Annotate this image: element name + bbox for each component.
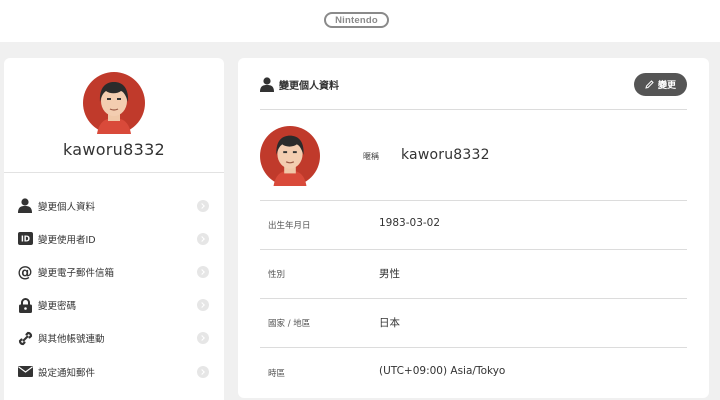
chevron-right-icon [197, 299, 209, 312]
page-title: 變更個人資料 [279, 81, 339, 92]
sidebar-item-change-email[interactable]: @ 變更電子郵件信箱 [4, 255, 224, 288]
sidebar-username: kaworu8332 [62, 140, 166, 159]
divider [260, 200, 687, 201]
sidebar-item-label: 變更電子郵件信箱 [38, 267, 115, 279]
chevron-right-icon [197, 332, 209, 345]
birthday-label: 出生年月日 [268, 221, 311, 231]
nickname-value: kaworu8332 [401, 147, 490, 163]
account-menu: 變更個人資料 ID 變更使用者ID @ 變更電子郵件信箱 變更密碼 與其他帳號連… [4, 189, 224, 388]
profile-card: 變更個人資料 變更 暱稱 kaworu8332 出生年月日 1983-03-02… [238, 58, 709, 398]
top-bar: Nintendo [0, 0, 720, 42]
country-label: 國家 / 地區 [268, 319, 311, 329]
chevron-right-icon [197, 199, 209, 212]
gender-value: 男性 [379, 268, 400, 280]
link-icon [17, 330, 33, 346]
sidebar-item-label: 設定通知郵件 [38, 367, 96, 379]
sidebar-item-label: 變更密碼 [38, 301, 77, 313]
edit-button-label: 變更 [657, 81, 676, 91]
account-sidebar: kaworu8332 變更個人資料 ID 變更使用者ID @ 變更電子郵件信箱 [4, 58, 224, 400]
divider [4, 172, 224, 173]
gender-label: 性別 [268, 270, 286, 280]
nintendo-logo[interactable]: Nintendo [324, 12, 389, 28]
svg-text:ID: ID [20, 235, 29, 244]
person-icon [17, 198, 33, 214]
nickname-label: 暱稱 [363, 152, 379, 161]
lock-icon [17, 297, 33, 313]
chevron-right-icon [197, 232, 209, 245]
divider [260, 347, 687, 348]
divider [260, 249, 687, 250]
sidebar-item-change-user-id[interactable]: ID 變更使用者ID [4, 222, 224, 255]
country-value: 日本 [379, 317, 400, 329]
mii-avatar [260, 126, 320, 186]
timezone-value: (UTC+09:00) Asia/Tokyo [379, 365, 506, 377]
timezone-label: 時區 [268, 369, 286, 379]
sidebar-item-link-accounts[interactable]: 與其他帳號連動 [4, 322, 224, 355]
pencil-icon [645, 80, 654, 89]
mii-avatar [83, 72, 145, 134]
envelope-icon [17, 364, 33, 380]
sidebar-item-label: 變更使用者ID [38, 234, 96, 246]
divider [260, 298, 687, 299]
chevron-right-icon [197, 265, 209, 278]
chevron-right-icon [197, 365, 209, 378]
sidebar-item-label: 與其他帳號連動 [38, 334, 105, 346]
at-sign-icon: @ [17, 262, 33, 281]
id-badge-icon: ID [17, 231, 33, 247]
sidebar-item-label: 變更個人資料 [38, 201, 96, 213]
sidebar-item-notification-email[interactable]: 設定通知郵件 [4, 355, 224, 388]
sidebar-item-change-password[interactable]: 變更密碼 [4, 289, 224, 322]
birthday-value: 1983-03-02 [379, 217, 441, 229]
sidebar-item-edit-profile[interactable]: 變更個人資料 [4, 189, 224, 222]
edit-profile-button[interactable]: 變更 [634, 73, 687, 96]
person-icon [260, 77, 274, 92]
divider [260, 109, 687, 110]
